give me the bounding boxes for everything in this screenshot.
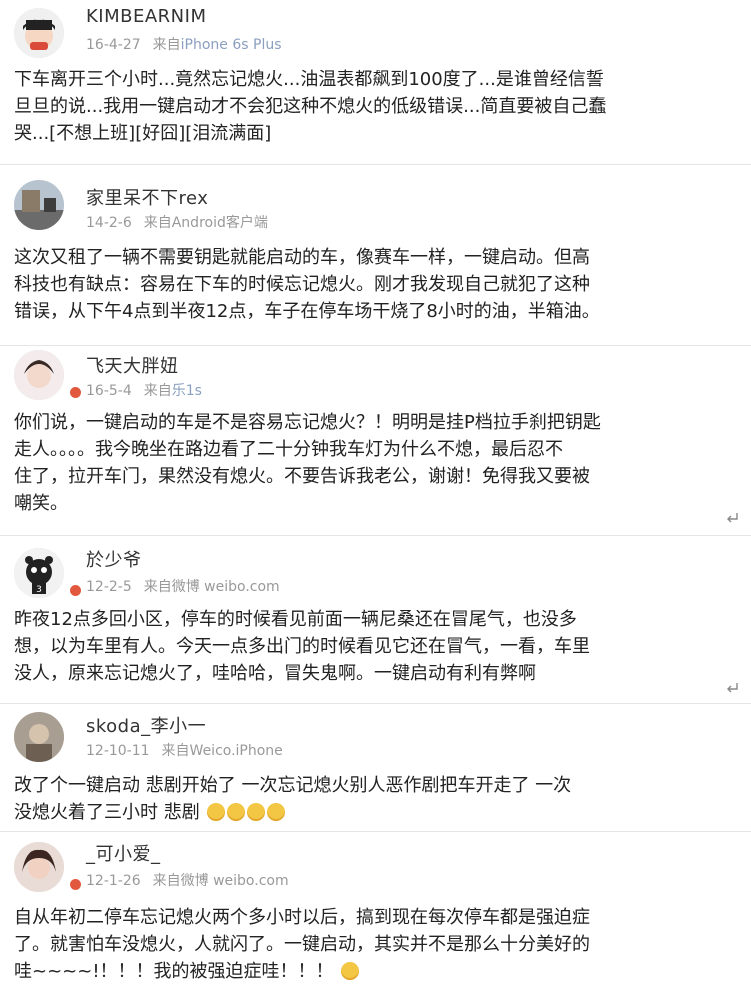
post-date: 12-1-26 [86, 873, 141, 889]
crying-face-emoji-icon [267, 803, 286, 821]
post-body: 下车离开三个小时...竟然忘记熄火...油温表都飙到100度了...是谁曾经信誓… [14, 66, 737, 147]
crying-face-emoji-icon [341, 962, 360, 980]
post-line: 自从年初二停车忘记熄火两个多小时以后，搞到现在每次停车都是强迫症 [14, 907, 590, 928]
post-line: 昨夜12点多回小区，停车的时候看见前面一辆尼桑还在冒尾气，也没多 [14, 609, 577, 630]
post-line: 嘲笑。 [14, 493, 68, 514]
post-line: 科技也有缺点：容易在下车的时候忘记熄火。刚才我发现自己就犯了这种 [14, 274, 590, 295]
post-date: 12-2-5 [86, 579, 132, 595]
post-line: 哇~~~~!！！！我的被强迫症哇！！！ [14, 958, 737, 985]
post-line: 了。就害怕车没熄火，人就闪了。一键启动，其实并不是那么十分美好的 [14, 934, 590, 955]
post-header: skoda_李小一 12-10-11 来自Weico.iPhone [14, 704, 737, 764]
post-line-text: 没熄火着了三小时 悲剧 [14, 802, 200, 823]
post-date: 14-2-6 [86, 215, 132, 231]
username[interactable]: 於少爷 [86, 546, 142, 572]
post-line: 下车离开三个小时...竟然忘记熄火...油温表都飙到100度了...是谁曾经信誓 [14, 69, 604, 90]
post-header: 家里呆不下rex 14-2-6 来自Android客户端 [14, 168, 737, 231]
post-date: 12-10-11 [86, 743, 150, 759]
post-meta: 16-4-27 来自iPhone 6s Plus [86, 34, 282, 54]
source-prefix: 来自 [161, 743, 190, 759]
post-kimbearnim: KIMBEARNIM 16-4-27 来自iPhone 6s Plus 下车离开三… [0, 0, 751, 165]
post-meta: 14-2-6 来自Android客户端 [86, 212, 268, 232]
post-line: 没人，原来忘记熄火了，哇哈哈，冒失鬼啊。一键启动有利有弊啊 [14, 663, 536, 684]
crying-face-emoji-icon [227, 803, 246, 821]
post-line: 旦旦的说...我用一键启动才不会犯这种不熄火的低级错误...简直要被自己蠢 [14, 96, 607, 117]
post-body: 自从年初二停车忘记熄火两个多小时以后，搞到现在每次停车都是强迫症 了。就害怕车没… [14, 904, 737, 985]
verified-badge-icon [68, 583, 83, 598]
post-source[interactable]: iPhone 6s Plus [181, 37, 282, 53]
post-source[interactable]: Weico.iPhone [190, 743, 283, 759]
post-source[interactable]: 微博 weibo.com [172, 579, 280, 595]
post-kexiaoai: _可小爱_ 12-1-26 来自微博 weibo.com 自从年初二停车忘记熄火两… [0, 832, 751, 999]
post-meta: 12-10-11 来自Weico.iPhone [86, 740, 283, 760]
post-rex: 家里呆不下rex 14-2-6 来自Android客户端 这次又租了一辆不需要钥匙… [0, 168, 751, 346]
post-line: 你们说，一键启动的车是不是容易忘记熄火？！明明是挂P档拉手刹把钥匙 [14, 412, 601, 433]
post-skoda: skoda_李小一 12-10-11 来自Weico.iPhone 改了个一键启动… [0, 704, 751, 832]
username[interactable]: 家里呆不下rex [86, 184, 208, 210]
post-yushaoye: 3 於少爷 12-2-5 来自微博 weibo.com 昨夜12点多回小区，停车的… [0, 536, 751, 704]
post-source[interactable]: 微博 weibo.com [181, 873, 289, 889]
source-prefix: 来自 [143, 579, 172, 595]
source-prefix: 来自 [143, 215, 172, 231]
post-body: 改了个一键启动 悲剧开始了 一次忘记熄火别人恶作剧把车开走了 一次 没熄火着了三… [14, 772, 737, 826]
post-line: 错误，从下午4点到半夜12点，车子在停车场干烧了8小时的油，半箱油。 [14, 301, 600, 322]
tired-face-emoji-icon [207, 803, 226, 821]
reply-icon[interactable] [725, 682, 739, 694]
crying-face-emoji-icon [247, 803, 266, 821]
post-meta: 16-5-4 来自乐1s [86, 380, 202, 400]
post-source[interactable]: Android客户端 [172, 215, 268, 231]
avatar[interactable] [14, 712, 64, 762]
verified-badge-icon [68, 877, 83, 892]
post-header: 飞天大胖妞 16-5-4 来自乐1s [14, 346, 737, 406]
avatar[interactable] [14, 350, 64, 400]
verified-badge-icon [68, 385, 83, 400]
source-prefix: 来自 [152, 37, 181, 53]
post-line: 住了，拉开车门，果然没有熄火。不要告诉我老公，谢谢！免得我又要被 [14, 466, 590, 487]
avatar[interactable] [14, 180, 64, 230]
avatar[interactable]: 3 [14, 548, 64, 598]
post-meta: 12-2-5 来自微博 weibo.com [86, 576, 280, 596]
username[interactable]: skoda_李小一 [86, 712, 206, 738]
post-line: 哭...[不想上班][好囧][泪流满面] [14, 123, 272, 144]
username[interactable]: 飞天大胖妞 [86, 352, 179, 378]
post-body: 昨夜12点多回小区，停车的时候看见前面一辆尼桑还在冒尾气，也没多 想，以为车里有… [14, 606, 737, 687]
svg-text:3: 3 [36, 585, 42, 595]
post-feitian: 飞天大胖妞 16-5-4 来自乐1s 你们说，一键启动的车是不是容易忘记熄火？！明… [0, 346, 751, 536]
post-header: _可小爱_ 12-1-26 来自微博 weibo.com [14, 832, 737, 892]
post-header: 3 於少爷 12-2-5 来自微博 weibo.com [14, 536, 737, 598]
post-date: 16-5-4 [86, 383, 132, 399]
weibo-comment-feed: KIMBEARNIM 16-4-27 来自iPhone 6s Plus 下车离开三… [0, 0, 751, 999]
source-prefix: 来自 [152, 873, 181, 889]
post-source[interactable]: 乐1s [172, 383, 202, 399]
source-prefix: 来自 [143, 383, 172, 399]
post-line: 这次又租了一辆不需要钥匙就能启动的车，像赛车一样，一键启动。但高 [14, 247, 590, 268]
post-line: 想，以为车里有人。今天一点多出门的时候看见它还在冒气，一看，车里 [14, 636, 590, 657]
reply-icon[interactable] [725, 512, 739, 524]
post-meta: 12-1-26 来自微博 weibo.com [86, 870, 289, 890]
post-line: 走人。。。。我今晚坐在路边看了二十分钟我车灯为什么不熄，最后忍不 [14, 439, 563, 460]
post-body: 这次又租了一辆不需要钥匙就能启动的车，像赛车一样，一键启动。但高 科技也有缺点：… [14, 244, 737, 325]
avatar[interactable] [14, 842, 64, 892]
post-line: 改了个一键启动 悲剧开始了 一次忘记熄火别人恶作剧把车开走了 一次 [14, 775, 572, 796]
username[interactable]: _可小爱_ [86, 840, 161, 866]
post-header: KIMBEARNIM 16-4-27 来自iPhone 6s Plus [14, 0, 737, 60]
post-date: 16-4-27 [86, 37, 141, 53]
username[interactable]: KIMBEARNIM [86, 6, 207, 27]
post-line-text: 哇~~~~!！！！我的被强迫症哇！！！ [14, 961, 334, 982]
post-body: 你们说，一键启动的车是不是容易忘记熄火？！明明是挂P档拉手刹把钥匙 走人。。。。… [14, 409, 737, 517]
post-line: 没熄火着了三小时 悲剧 [14, 799, 737, 826]
avatar[interactable] [14, 8, 64, 58]
